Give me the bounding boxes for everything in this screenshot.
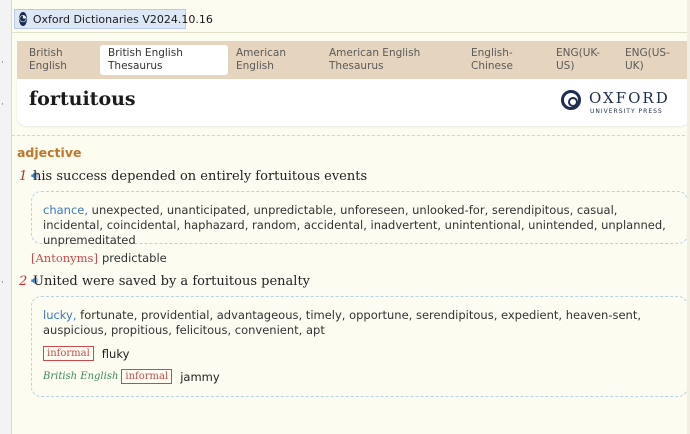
region-label: British English — [43, 371, 119, 382]
divider — [12, 32, 690, 33]
window-title: Oxford Dictionaries V2024.10.16 — [32, 12, 213, 26]
strip-glyph: · — [1, 278, 4, 288]
sense-number: 2 — [19, 274, 28, 289]
register-badge: informal — [121, 369, 173, 384]
window-titlebar[interactable]: ◔ Oxford Dictionaries V2024.10.16 — [14, 9, 213, 29]
oxford-logo-word: OXFORD — [589, 89, 670, 107]
example-sentence: his success depended on entirely fortuit… — [33, 169, 368, 184]
oxford-ring-icon — [561, 90, 581, 110]
tab-eng-uk-us[interactable]: ENG(UK-US) — [548, 45, 604, 75]
tab-american-english-thesaurus[interactable]: American English Thesaurus — [321, 45, 441, 75]
synonym-list: chance, unexpected, unanticipated, unpre… — [43, 203, 677, 248]
first-synonym-link[interactable]: chance, — [43, 203, 88, 217]
register-word: fluky — [101, 346, 130, 361]
headword: fortuitous — [29, 88, 136, 110]
example-sentence: United were saved by a fortuitous penalt… — [33, 274, 311, 289]
register-row: informal fluky — [43, 346, 677, 361]
dictionary-tab-bar: British English British English Thesauru… — [17, 41, 690, 79]
synonyms-text: fortunate, providential, advantageous, t… — [43, 308, 641, 337]
tab-british-english-thesaurus[interactable]: British English Thesaurus — [100, 45, 228, 75]
register-row: British English informal jammy — [43, 369, 677, 384]
strip-glyph: · — [1, 100, 4, 110]
headword-panel: fortuitous OXFORD UNIVERSITY PRESS — [17, 79, 690, 126]
register-word: jammy — [180, 369, 220, 384]
antonyms-row: [Antonyms] predictable — [31, 251, 167, 265]
app-logo-icon: ◔ — [19, 12, 27, 26]
tab-american-english[interactable]: American English — [228, 45, 316, 75]
divider — [12, 135, 690, 136]
antonyms-text: predictable — [101, 251, 167, 265]
oxford-logo: OXFORD UNIVERSITY PRESS — [561, 88, 673, 118]
antonyms-label: [Antonyms] — [31, 251, 98, 265]
sense-number: 1 — [19, 169, 28, 184]
synonym-box: lucky, fortunate, providential, advantag… — [31, 296, 688, 397]
synonym-list: lucky, fortunate, providential, advantag… — [43, 308, 677, 338]
strip-glyph: · — [1, 58, 4, 68]
left-window-strip: · · · — [0, 0, 12, 434]
oxford-logo-sub: UNIVERSITY PRESS — [590, 108, 663, 115]
tab-british-english[interactable]: British English — [21, 45, 91, 75]
synonyms-text: unexpected, unanticipated, unpredictable… — [43, 203, 666, 247]
tab-english-chinese[interactable]: English-Chinese — [463, 45, 533, 75]
first-synonym-link[interactable]: lucky, — [43, 308, 77, 322]
tab-eng-us-uk[interactable]: ENG(US-UK) — [617, 45, 673, 75]
synonym-box: chance, unexpected, unanticipated, unpre… — [31, 191, 688, 247]
register-badge: informal — [43, 346, 94, 361]
part-of-speech: adjective — [17, 145, 82, 160]
